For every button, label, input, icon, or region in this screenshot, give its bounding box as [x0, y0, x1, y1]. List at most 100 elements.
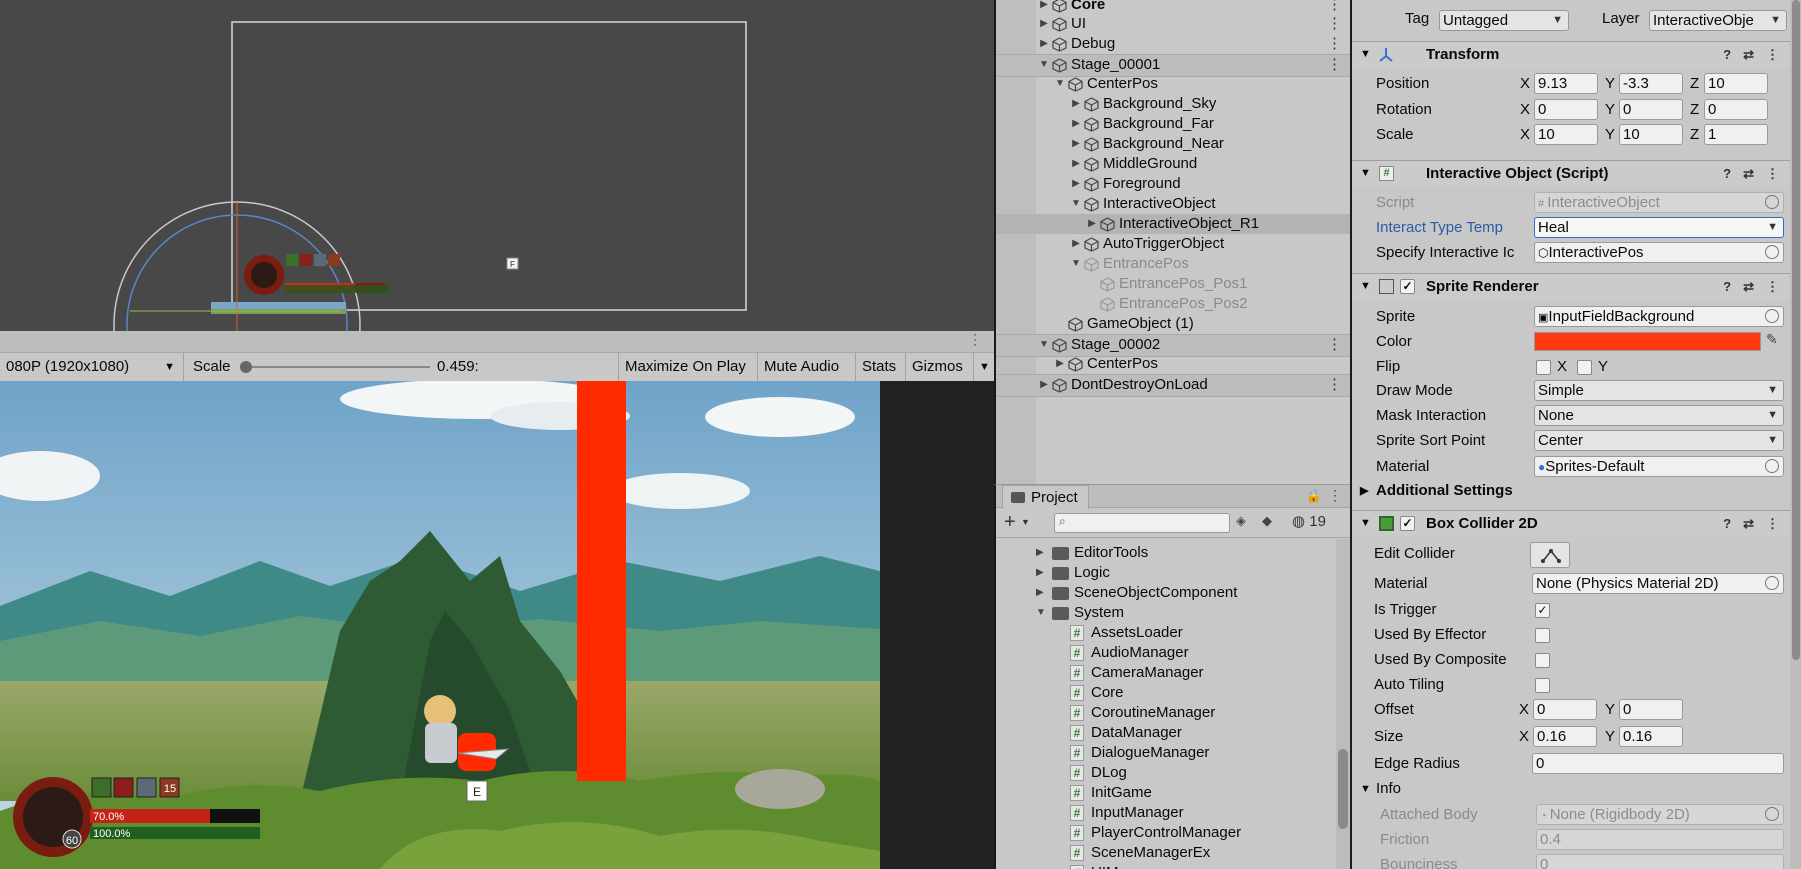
pos-z-field[interactable]: 10 — [1704, 73, 1768, 94]
pos-y-field[interactable]: -3.3 — [1619, 73, 1683, 94]
tag-dropdown[interactable]: Untagged ▼ — [1439, 10, 1569, 31]
collider-material-field[interactable]: None (Physics Material 2D) — [1532, 573, 1784, 594]
used-by-composite-checkbox[interactable] — [1535, 653, 1550, 668]
hierarchy-item[interactable]: ▶ CenterPos — [996, 354, 1350, 374]
expanded-arrow-icon[interactable]: ▼ — [1036, 603, 1046, 623]
collapsed-arrow-icon[interactable]: ▶ — [1036, 543, 1044, 563]
box-collider-enabled-checkbox[interactable]: ✓ — [1400, 516, 1415, 531]
rot-y-field[interactable]: 0 — [1619, 99, 1683, 120]
scene-view[interactable]: F — [0, 0, 994, 331]
collapsed-arrow-icon[interactable]: ▶ — [1070, 114, 1082, 134]
rot-z-field[interactable]: 0 — [1704, 99, 1768, 120]
more-options-icon[interactable]: ⋮ — [1327, 0, 1342, 15]
component-header-icons[interactable]: ?⇄⋮ — [1723, 42, 1791, 67]
component-header-icons[interactable]: ?⇄⋮ — [1723, 274, 1791, 299]
maximize-on-play-button[interactable]: Maximize On Play — [618, 353, 757, 381]
object-picker-icon[interactable] — [1765, 245, 1779, 259]
hierarchy-item[interactable]: ▶ MiddleGround — [996, 154, 1350, 174]
draw-mode-dropdown[interactable]: Simple ▼ — [1534, 380, 1784, 401]
project-script-item[interactable]: # DialogueManager — [996, 743, 1331, 763]
hierarchy-item[interactable]: ▶ InteractiveObject_R1 — [996, 214, 1350, 234]
chevron-down-icon[interactable]: ▼ — [1021, 517, 1030, 527]
collapsed-arrow-icon[interactable]: ▶ — [1070, 134, 1082, 154]
project-script-item[interactable]: # CameraManager — [996, 663, 1331, 683]
scl-y-field[interactable]: 10 — [1619, 124, 1683, 145]
project-script-item[interactable]: # PlayerControlManager — [996, 823, 1331, 843]
hierarchy-item[interactable]: ▶ DontDestroyOnLoad ⋮ — [996, 374, 1350, 397]
hierarchy-item[interactable]: ▼ CenterPos — [996, 74, 1350, 94]
project-script-item[interactable]: # AudioManager — [996, 643, 1331, 663]
material-field[interactable]: ●Sprites-Default — [1534, 456, 1784, 477]
hierarchy-item[interactable]: ▶ Background_Near — [996, 134, 1350, 154]
mask-interaction-dropdown[interactable]: None ▼ — [1534, 405, 1784, 426]
project-script-item[interactable]: # DataManager — [996, 723, 1331, 743]
project-script-item[interactable]: # DLog — [996, 763, 1331, 783]
project-scrollbar[interactable] — [1336, 539, 1350, 869]
more-options-icon[interactable]: ⋮ — [1327, 375, 1342, 395]
project-script-item[interactable]: # Core — [996, 683, 1331, 703]
project-script-item[interactable]: # CoroutineManager — [996, 703, 1331, 723]
hierarchy-item[interactable]: GameObject (1) — [996, 314, 1350, 334]
sprite-renderer-enabled-checkbox[interactable]: ✓ — [1400, 279, 1415, 294]
hierarchy-item[interactable]: ▶ Background_Sky — [996, 94, 1350, 114]
expanded-arrow-icon[interactable]: ▼ — [1070, 194, 1082, 214]
project-folder-item[interactable]: ▶ Logic — [996, 563, 1331, 583]
lock-icon[interactable]: 🔒 — [1306, 488, 1322, 504]
sprite-field[interactable]: ▣InputFieldBackground — [1534, 306, 1784, 327]
project-script-item[interactable]: # UIManager — [996, 863, 1331, 869]
color-swatch[interactable] — [1534, 332, 1761, 351]
stats-button[interactable]: Stats — [855, 353, 905, 381]
object-picker-icon[interactable] — [1765, 576, 1779, 590]
project-tab[interactable]: Project — [1002, 485, 1089, 509]
size-y-field[interactable]: 0.16 — [1619, 726, 1683, 747]
project-script-item[interactable]: # SceneManagerEx — [996, 843, 1331, 863]
offset-y-field[interactable]: 0 — [1619, 699, 1683, 720]
hierarchy-item[interactable]: ▼ InteractiveObject — [996, 194, 1350, 214]
more-options-icon[interactable]: ⋮ — [1327, 335, 1342, 355]
hidden-count[interactable]: ◍ 19 — [1292, 512, 1326, 534]
expanded-arrow-icon[interactable]: ▼ — [1070, 254, 1082, 274]
collapsed-arrow-icon[interactable]: ▶ — [1038, 34, 1050, 54]
component-header-icons[interactable]: ?⇄⋮ — [1723, 511, 1791, 536]
eyedropper-icon[interactable]: ✎ — [1766, 331, 1778, 348]
interact-type-dropdown[interactable]: Heal ▼ — [1534, 217, 1784, 238]
expanded-arrow-icon[interactable]: ▼ — [1038, 55, 1050, 75]
auto-tiling-checkbox[interactable] — [1535, 678, 1550, 693]
layer-dropdown[interactable]: InteractiveObje ▼ — [1649, 10, 1787, 31]
is-trigger-checkbox[interactable]: ✓ — [1535, 603, 1550, 618]
additional-settings-foldout[interactable]: ▶ Additional Settings — [1352, 480, 1788, 503]
expanded-arrow-icon[interactable]: ▼ — [1054, 74, 1066, 94]
hierarchy-item[interactable]: EntrancePos_Pos2 — [996, 294, 1350, 314]
info-foldout[interactable]: ▼ Info — [1352, 778, 1788, 800]
hierarchy-item[interactable]: ▶ Core ⋮ — [996, 0, 1350, 15]
component-header-icons[interactable]: ?⇄⋮ — [1723, 161, 1791, 186]
project-folder-item[interactable]: ▼ System — [996, 603, 1331, 623]
used-by-effector-checkbox[interactable] — [1535, 628, 1550, 643]
collapsed-arrow-icon[interactable]: ▶ — [1070, 234, 1082, 254]
collapsed-arrow-icon[interactable]: ▶ — [1036, 583, 1044, 603]
hierarchy-item[interactable]: EntrancePos_Pos1 — [996, 274, 1350, 294]
scl-x-field[interactable]: 10 — [1534, 124, 1598, 145]
resolution-dropdown[interactable]: 080P (1920x1080) ▼ — [0, 353, 183, 381]
hierarchy-item[interactable]: ▼ EntrancePos — [996, 254, 1350, 274]
more-options-icon[interactable]: ⋮ — [968, 331, 982, 348]
sprite-renderer-header[interactable]: ▼ ✓ Sprite Renderer ?⇄⋮ — [1352, 273, 1801, 299]
gizmos-button[interactable]: Gizmos — [905, 353, 973, 381]
collapsed-arrow-icon[interactable]: ▶ — [1086, 214, 1098, 234]
sprite-sort-point-dropdown[interactable]: Center ▼ — [1534, 430, 1784, 451]
scale-slider-handle[interactable] — [240, 361, 252, 373]
collapsed-arrow-icon[interactable]: ▶ — [1070, 154, 1082, 174]
hierarchy-item[interactable]: ▶ UI ⋮ — [996, 14, 1350, 34]
project-folder-item[interactable]: ▶ SceneObjectComponent — [996, 583, 1331, 603]
expanded-arrow-icon[interactable]: ▼ — [1038, 335, 1050, 355]
hierarchy-item[interactable]: ▶ AutoTriggerObject — [996, 234, 1350, 254]
flip-y-checkbox[interactable] — [1577, 360, 1592, 375]
pos-x-field[interactable]: 9.13 — [1534, 73, 1598, 94]
game-view[interactable]: E 60 15 70.0% 100.0% — [0, 381, 994, 869]
scale-slider-track[interactable] — [244, 366, 430, 368]
rot-x-field[interactable]: 0 — [1534, 99, 1598, 120]
collapsed-arrow-icon[interactable]: ▶ — [1036, 563, 1044, 583]
edit-collider-button[interactable] — [1530, 542, 1570, 568]
project-scrollbar-thumb[interactable] — [1338, 749, 1348, 829]
add-icon[interactable]: + — [1004, 511, 1016, 534]
